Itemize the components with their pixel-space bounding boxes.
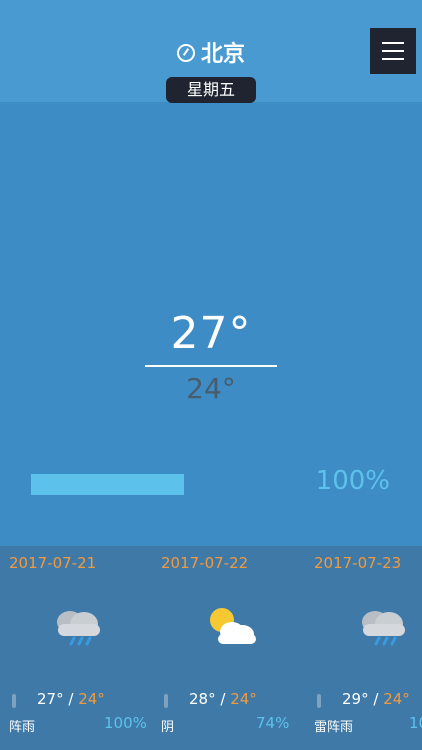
rain-cloud-icon bbox=[57, 611, 100, 646]
city-title[interactable]: 北京 bbox=[0, 36, 422, 68]
forecast-humidity: 100% bbox=[104, 714, 147, 732]
menu-icon bbox=[382, 42, 404, 44]
forecast-panel: 2017-07-21 27° / 24° 阵雨 100% 2017-07-22 … bbox=[0, 546, 422, 750]
humidity-bar bbox=[31, 474, 184, 495]
temp-divider bbox=[145, 365, 277, 367]
compass-icon bbox=[176, 44, 195, 62]
sun-cloud-icon bbox=[210, 608, 256, 644]
forecast-condition: 阵雨 bbox=[9, 720, 36, 735]
forecast-temps: 29° / 24° bbox=[342, 690, 410, 708]
forecast-day[interactable]: 2017-07-22 28° / 24° 阴 74% bbox=[152, 546, 302, 750]
rain-cloud-icon bbox=[362, 611, 405, 646]
temp-high: 27° bbox=[170, 308, 252, 359]
forecast-temps: 28° / 24° bbox=[189, 690, 257, 708]
city-name: 北京 bbox=[200, 42, 245, 67]
forecast-condition: 雷阵雨 bbox=[314, 720, 354, 735]
forecast-date: 2017-07-21 bbox=[9, 554, 97, 572]
forecast-date: 2017-07-23 bbox=[314, 554, 402, 572]
thermometer-icon bbox=[12, 694, 16, 708]
menu-button[interactable] bbox=[370, 28, 416, 74]
thermometer-icon bbox=[317, 694, 321, 708]
forecast-date: 2017-07-22 bbox=[161, 554, 249, 572]
forecast-day[interactable]: 2017-07-23 29° / 24° 雷阵雨 10 bbox=[305, 546, 422, 750]
humidity-percent: 100% bbox=[315, 466, 390, 496]
forecast-day[interactable]: 2017-07-21 27° / 24° 阵雨 100% bbox=[0, 546, 150, 750]
temp-low: 24° bbox=[186, 372, 236, 405]
forecast-humidity: 74% bbox=[256, 714, 290, 732]
thermometer-icon bbox=[164, 694, 168, 708]
forecast-temps: 27° / 24° bbox=[37, 690, 105, 708]
forecast-condition: 阴 bbox=[161, 720, 175, 735]
weekday-badge: 星期五 bbox=[166, 77, 256, 103]
forecast-humidity: 10 bbox=[409, 714, 422, 732]
